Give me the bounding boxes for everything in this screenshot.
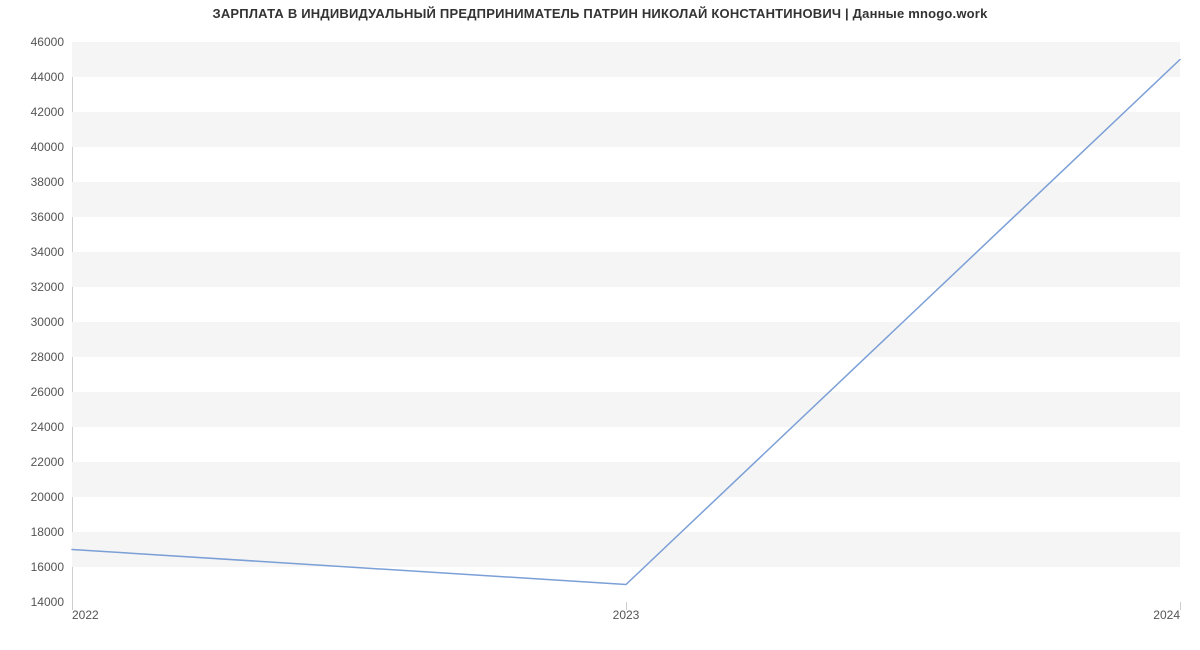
y-tick-label: 20000 — [31, 490, 72, 504]
y-tick-label: 36000 — [31, 210, 72, 224]
y-tick-label: 24000 — [31, 420, 72, 434]
y-tick-label: 46000 — [31, 35, 72, 49]
x-tick-label: 2024 — [1153, 602, 1180, 622]
y-tick-label: 40000 — [31, 140, 72, 154]
plot-inner: 1400016000180002000022000240002600028000… — [72, 42, 1180, 602]
y-tick-label: 18000 — [31, 525, 72, 539]
y-tick-label: 22000 — [31, 455, 72, 469]
plot-area: 1400016000180002000022000240002600028000… — [72, 42, 1180, 602]
chart-title: ЗАРПЛАТА В ИНДИВИДУАЛЬНЫЙ ПРЕДПРИНИМАТЕЛ… — [0, 6, 1200, 21]
x-tick-label: 2022 — [72, 602, 99, 622]
y-tick-label: 26000 — [31, 385, 72, 399]
y-tick-label: 38000 — [31, 175, 72, 189]
y-tick-label: 42000 — [31, 105, 72, 119]
series-svg — [72, 42, 1180, 602]
x-tick-label: 2023 — [613, 602, 640, 622]
y-tick-label: 32000 — [31, 280, 72, 294]
y-tick-label: 14000 — [31, 595, 72, 609]
chart-container: { "chart_data": { "type": "line", "title… — [0, 0, 1200, 650]
y-tick-label: 30000 — [31, 315, 72, 329]
y-tick-label: 16000 — [31, 560, 72, 574]
y-tick-label: 44000 — [31, 70, 72, 84]
y-tick-label: 28000 — [31, 350, 72, 364]
y-tick-label: 34000 — [31, 245, 72, 259]
salary-line — [72, 60, 1180, 585]
